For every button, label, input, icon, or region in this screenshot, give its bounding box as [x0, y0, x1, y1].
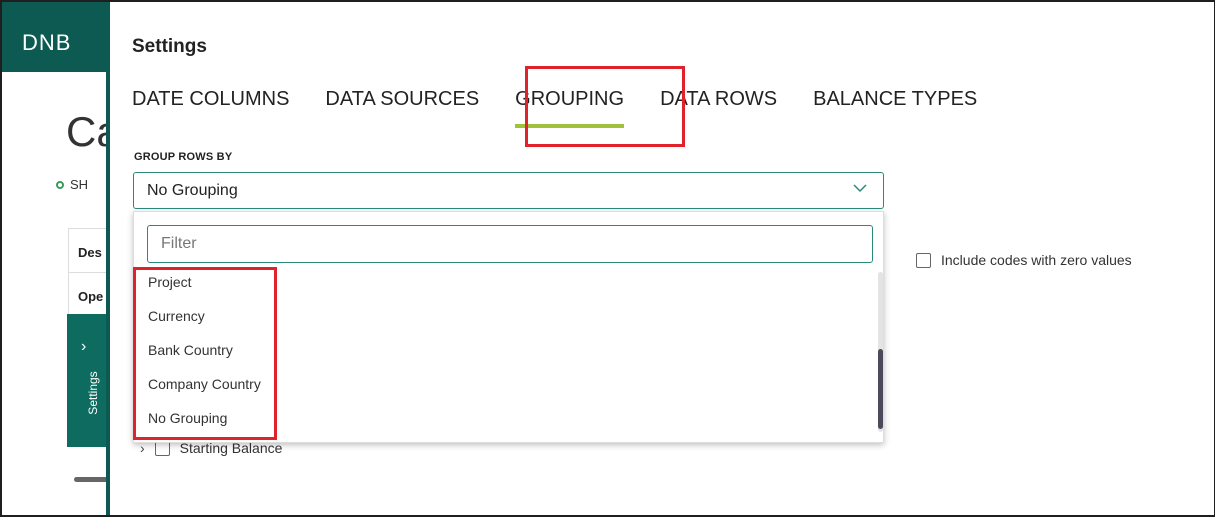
tab-date-columns[interactable]: DATE COLUMNS: [132, 88, 289, 111]
tab-grouping[interactable]: GROUPING: [515, 88, 624, 128]
horizontal-scrollbar[interactable]: [74, 477, 108, 482]
panel-title: Settings: [132, 36, 207, 57]
table-divider: [68, 272, 108, 273]
option-no-grouping[interactable]: No Grouping: [134, 408, 874, 442]
settings-tabs: DATE COLUMNS DATA SOURCES GROUPING DATA …: [132, 88, 1013, 128]
grouping-dropdown: Project Currency Bank Country Company Co…: [133, 211, 884, 443]
status-dot-icon: [56, 180, 64, 189]
group-rows-by-label: GROUP ROWS BY: [134, 151, 233, 163]
selected-grouping-value: No Grouping: [147, 181, 238, 199]
option-project[interactable]: Project: [134, 272, 874, 306]
dnb-logo[interactable]: DNB: [22, 30, 71, 56]
option-bank-country[interactable]: Bank Country: [134, 340, 874, 374]
settings-side-tab[interactable]: › Settings: [67, 314, 107, 447]
group-rows-by-select[interactable]: No Grouping: [133, 172, 884, 209]
row-opening: Ope: [78, 289, 104, 304]
chevron-down-icon: [853, 184, 867, 193]
tab-data-rows[interactable]: DATA ROWS: [660, 88, 777, 111]
include-zero-values-checkbox[interactable]: [916, 252, 931, 268]
option-company-country[interactable]: Company Country: [134, 374, 874, 408]
status-indicator: SH: [56, 177, 88, 192]
include-zero-values-label: Include codes with zero values: [941, 252, 1132, 268]
filter-input[interactable]: [147, 225, 873, 263]
grouping-options-list: Project Currency Bank Country Company Co…: [134, 274, 874, 442]
include-zero-values-option[interactable]: Include codes with zero values: [916, 252, 1132, 268]
tab-data-sources[interactable]: DATA SOURCES: [325, 88, 479, 111]
column-header-description: Des: [78, 245, 102, 260]
status-text: SH: [70, 177, 89, 192]
tab-balance-types[interactable]: BALANCE TYPES: [813, 88, 977, 111]
dropdown-scroll-thumb[interactable]: [878, 349, 883, 429]
option-currency[interactable]: Currency: [134, 306, 874, 340]
settings-panel: Settings DATE COLUMNS DATA SOURCES GROUP…: [106, 2, 1214, 517]
chevron-right-icon: ›: [81, 338, 87, 355]
settings-side-tab-label: Settings: [86, 371, 100, 415]
